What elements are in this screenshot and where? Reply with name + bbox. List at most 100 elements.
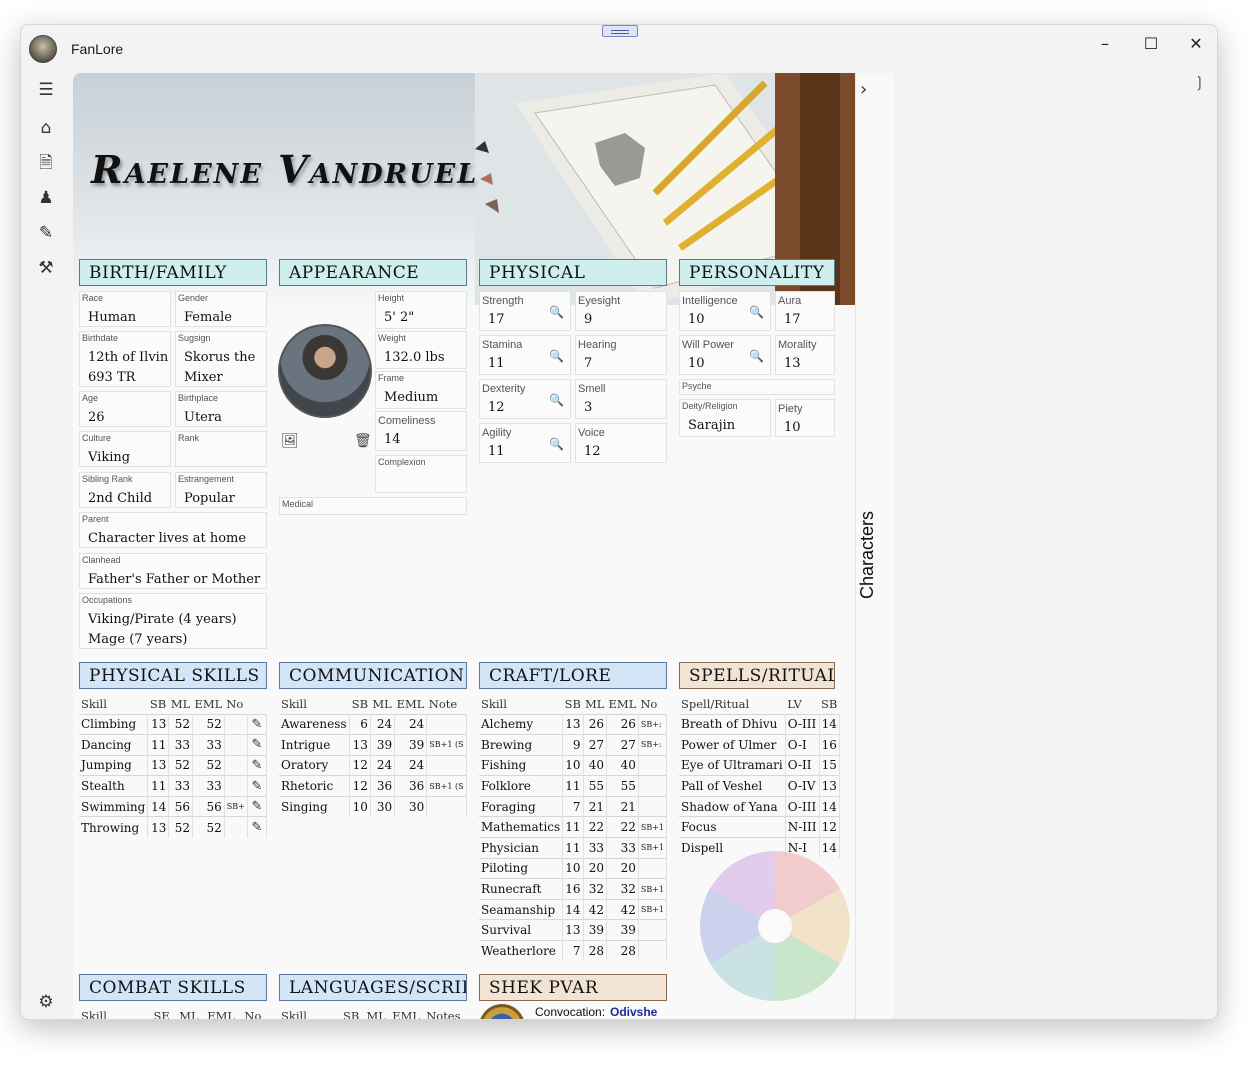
culture-field[interactable]: Culture Viking bbox=[79, 431, 171, 467]
table-row[interactable]: Power of Ulmer O-I 16 bbox=[679, 734, 840, 756]
column-header[interactable]: SE bbox=[151, 1006, 177, 1019]
column-header[interactable]: Skill bbox=[279, 1006, 341, 1019]
table-row[interactable]: Mathematics 11 22 22 SB+1 bbox=[479, 816, 668, 838]
table-row[interactable]: Climbing 13 52 52 ✎ bbox=[79, 713, 268, 735]
gender-field[interactable]: Gender Female bbox=[175, 291, 267, 327]
smell-field[interactable]: Smell 3 bbox=[575, 379, 667, 419]
column-header[interactable]: ML bbox=[583, 694, 607, 714]
column-header[interactable]: ML bbox=[370, 694, 394, 714]
minimize-button[interactable]: – bbox=[1090, 33, 1120, 55]
medical-field[interactable]: Medical bbox=[279, 497, 467, 515]
dexterity-field[interactable]: Dexterity 12 🔍 bbox=[479, 379, 571, 419]
table-row[interactable]: Alchemy 13 26 26 SB+: bbox=[479, 713, 668, 735]
column-header[interactable]: EML bbox=[607, 694, 639, 714]
roll-icon[interactable]: 🔍 bbox=[549, 437, 564, 451]
character-icon[interactable]: ♟ bbox=[33, 185, 59, 211]
column-header[interactable]: EML bbox=[390, 1006, 424, 1019]
tools-icon[interactable]: ⚒ bbox=[33, 255, 59, 281]
table-row[interactable]: Oratory 12 24 24 bbox=[279, 754, 467, 776]
column-header[interactable]: SB bbox=[148, 694, 169, 714]
edit-pencil-icon[interactable]: ✎ bbox=[247, 754, 268, 776]
table-row[interactable]: Fishing 10 40 40 bbox=[479, 754, 668, 776]
table-row[interactable]: Throwing 13 52 52 ✎ bbox=[79, 816, 268, 838]
maximize-button[interactable]: ☐ bbox=[1136, 33, 1166, 55]
parent-field[interactable]: Parent Character lives at home bbox=[79, 512, 267, 548]
table-row[interactable]: Physician 11 33 33 SB+1 bbox=[479, 837, 668, 859]
table-row[interactable]: Pall of Veshel O-IV 13 bbox=[679, 775, 840, 797]
drag-handle[interactable] bbox=[602, 25, 638, 37]
race-field[interactable]: Race Human bbox=[79, 291, 171, 327]
birthplace-field[interactable]: Birthplace Utera bbox=[175, 391, 267, 427]
home-icon[interactable]: ⌂ bbox=[33, 115, 59, 141]
settings-gear-icon[interactable]: ⚙ bbox=[33, 989, 59, 1015]
roll-icon[interactable]: 🔍 bbox=[549, 349, 564, 363]
column-header[interactable]: No bbox=[224, 694, 247, 714]
table-row[interactable]: Weatherlore 7 28 28 bbox=[479, 940, 668, 962]
table-row[interactable]: Breath of Dhivu O-III 14 bbox=[679, 713, 840, 735]
morality-field[interactable]: Morality 13 bbox=[775, 335, 835, 375]
intelligence-field[interactable]: Intelligence 10 🔍 bbox=[679, 291, 771, 331]
column-header[interactable]: No bbox=[242, 1006, 267, 1019]
edit-pencil-icon[interactable]: ✎ bbox=[247, 816, 268, 838]
table-row[interactable]: Intrigue 13 39 39 SB+1 (S bbox=[279, 734, 467, 756]
occupations-field[interactable]: Occupations Viking/Pirate (4 years) Mage … bbox=[79, 593, 267, 649]
table-row[interactable]: Eye of Ultramari O-II 15 bbox=[679, 754, 840, 776]
table-row[interactable]: Dancing 11 33 33 ✎ bbox=[79, 734, 268, 756]
table-row[interactable]: Runecraft 16 32 32 SB+1 bbox=[479, 878, 668, 900]
column-header[interactable]: EML bbox=[192, 694, 224, 714]
table-row[interactable]: Awareness 6 24 24 bbox=[279, 713, 467, 735]
table-row[interactable]: Brewing 9 27 27 SB+: bbox=[479, 734, 668, 756]
characters-pane-label[interactable]: Characters bbox=[857, 495, 881, 615]
column-header[interactable]: SB bbox=[819, 694, 839, 714]
voice-field[interactable]: Voice 12 bbox=[575, 423, 667, 463]
rank-field[interactable]: Rank bbox=[175, 431, 267, 467]
comeliness-field[interactable]: Comeliness 14 bbox=[375, 411, 467, 451]
table-row[interactable]: Focus N-III 12 bbox=[679, 816, 840, 838]
expand-pane-chevron-icon[interactable]: › bbox=[860, 79, 867, 100]
delete-image-icon[interactable]: 🗑 bbox=[354, 433, 372, 449]
sunsign-field[interactable]: Sugsign Skorus the Mixer bbox=[175, 331, 267, 387]
table-row[interactable]: Stealth 11 33 33 ✎ bbox=[79, 775, 268, 797]
hamburger-menu-icon[interactable]: ☰ bbox=[33, 77, 59, 103]
roll-icon[interactable]: 🔍 bbox=[749, 349, 764, 363]
character-portrait[interactable] bbox=[278, 324, 372, 418]
table-row[interactable]: Folklore 11 55 55 bbox=[479, 775, 668, 797]
weight-field[interactable]: Weight 132.0 lbs bbox=[375, 331, 467, 369]
psyche-field[interactable]: Psyche bbox=[679, 379, 835, 395]
change-image-icon[interactable]: 🖼 bbox=[281, 433, 299, 449]
aura-field[interactable]: Aura 17 bbox=[775, 291, 835, 331]
roll-icon[interactable]: 🔍 bbox=[749, 305, 764, 319]
piety-field[interactable]: Piety 10 bbox=[775, 399, 835, 437]
column-header[interactable]: EML bbox=[395, 694, 427, 714]
table-row[interactable]: Swimming 14 56 56 SB+ ✎ bbox=[79, 795, 268, 817]
table-row[interactable]: Jumping 13 52 52 ✎ bbox=[79, 754, 268, 776]
roll-icon[interactable]: 🔍 bbox=[549, 393, 564, 407]
sibling-rank-field[interactable]: Sibling Rank 2nd Child bbox=[79, 472, 171, 508]
column-header[interactable]: SB bbox=[563, 694, 583, 714]
column-header[interactable]: ML bbox=[365, 1006, 391, 1019]
column-header[interactable]: LV bbox=[785, 694, 819, 714]
column-header[interactable]: Skill bbox=[79, 1006, 151, 1019]
edit-pencil-icon[interactable]: ✎ bbox=[247, 734, 268, 756]
edit-pencil-icon[interactable]: ✎ bbox=[247, 775, 268, 797]
column-header[interactable]: No bbox=[638, 694, 666, 714]
table-row[interactable]: Singing 10 30 30 bbox=[279, 795, 467, 817]
estrangement-field[interactable]: Estrangement Popular bbox=[175, 472, 267, 508]
will-power-field[interactable]: Will Power 10 🔍 bbox=[679, 335, 771, 375]
character-name[interactable]: Raelene Vandruel bbox=[91, 147, 478, 192]
column-header[interactable]: ML bbox=[169, 694, 193, 714]
birthdate-field[interactable]: Birthdate 12th of Ilvin 693 TR bbox=[79, 331, 171, 387]
pencil-icon[interactable]: ✎ bbox=[33, 220, 59, 246]
column-header[interactable]: Note bbox=[427, 694, 467, 714]
edit-pencil-icon[interactable]: ✎ bbox=[247, 795, 268, 817]
column-header[interactable]: Skill bbox=[479, 694, 563, 714]
table-row[interactable]: Foraging 7 21 21 bbox=[479, 795, 668, 817]
complexion-field[interactable]: Complexion bbox=[375, 455, 467, 493]
deity-religion-field[interactable]: Deity/Religion Sarajin bbox=[679, 399, 771, 437]
frame-field[interactable]: Frame Medium bbox=[375, 371, 467, 409]
eyesight-field[interactable]: Eyesight 9 bbox=[575, 291, 667, 331]
column-header[interactable]: SB bbox=[350, 694, 371, 714]
stamina-field[interactable]: Stamina 11 🔍 bbox=[479, 335, 571, 375]
edit-pencil-icon[interactable]: ✎ bbox=[247, 713, 268, 735]
convocation-value[interactable]: Odivshe bbox=[610, 1005, 657, 1019]
